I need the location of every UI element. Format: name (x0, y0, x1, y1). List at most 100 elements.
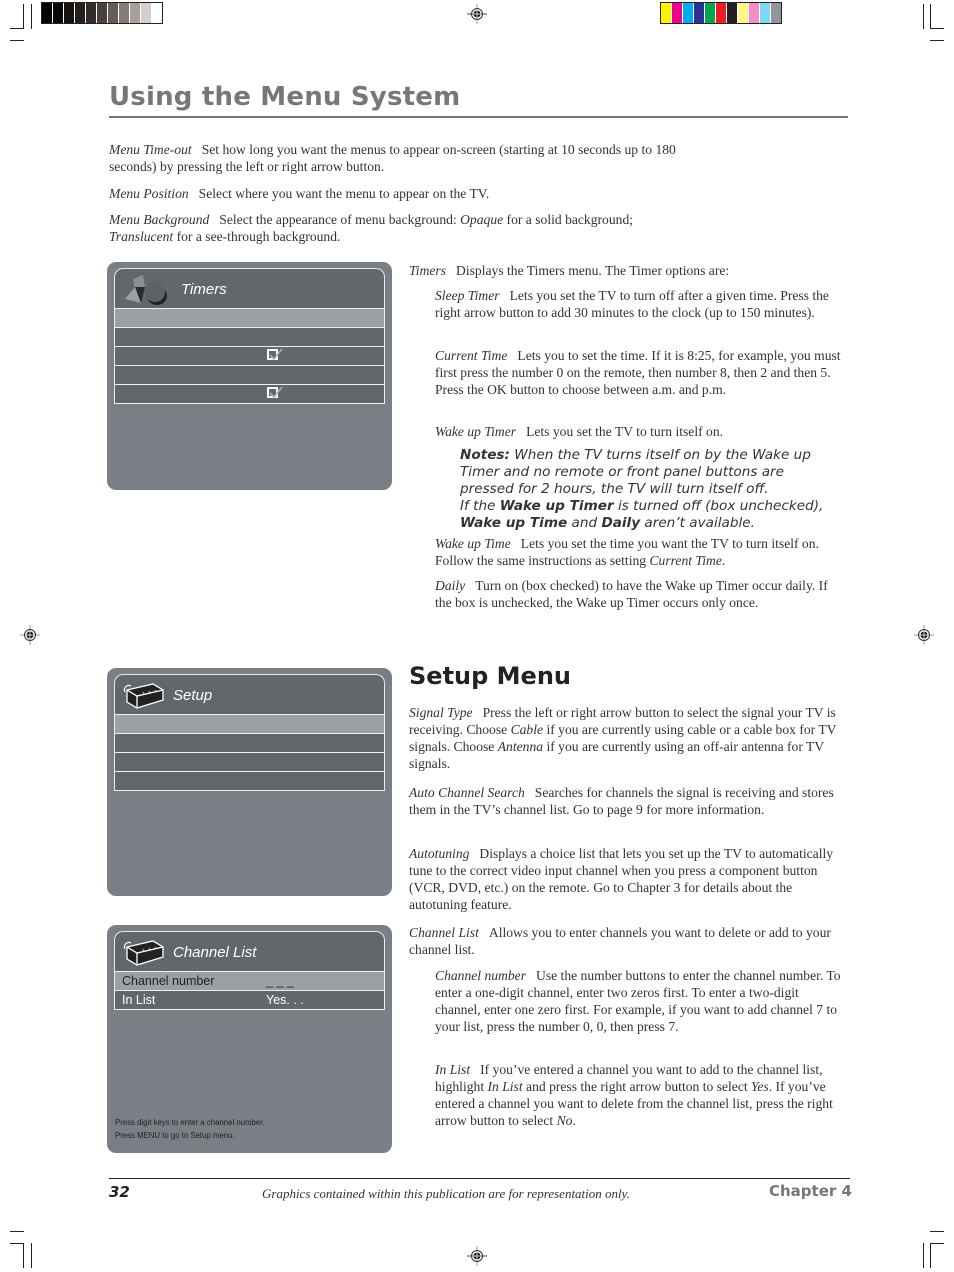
menu-row (115, 733, 384, 752)
term: Menu Position (109, 186, 189, 201)
term: Sleep Timer (435, 288, 500, 303)
gray-swatch (119, 3, 129, 23)
term: Auto Channel Search (409, 785, 525, 800)
note-text: If the (460, 498, 500, 514)
menu-row (115, 327, 384, 346)
crop-mark (930, 1243, 931, 1268)
auto-channel-search-paragraph: Auto Channel Search Searches for channels… (409, 784, 834, 818)
section-heading: Setup Menu (409, 662, 571, 690)
note-emphasis: Daily (601, 515, 641, 531)
term: Autotuning (409, 846, 470, 861)
gray-swatch (152, 3, 162, 23)
row-value: _ _ _ (266, 974, 294, 988)
row-value: Yes. . . (266, 993, 304, 1007)
note-label: Notes: (460, 447, 510, 463)
description: Select the appearance of menu background… (219, 212, 461, 227)
footer-divider (109, 1178, 850, 1179)
color-swatch (683, 3, 693, 23)
emphasis: Yes (751, 1079, 769, 1094)
crop-mark (930, 40, 944, 41)
option-cable: Cable (510, 722, 544, 737)
signal-type-paragraph: Signal Type Press the left or right arrow… (409, 704, 849, 772)
chapter-label: Chapter 4 (769, 1182, 852, 1200)
option-opaque: Opaque (460, 212, 504, 227)
process-color-bar (660, 2, 782, 24)
term: Current Time (435, 348, 508, 363)
note-emphasis: Wake up Timer (499, 498, 614, 514)
gray-swatch (42, 3, 52, 23)
description: Displays a choice list that lets you set… (409, 846, 834, 912)
note-wake-up: If the Wake up Timer is turned off (box … (460, 498, 830, 532)
color-swatch (727, 3, 737, 23)
menu-background-paragraph: Menu Background Select the appearance of … (109, 211, 639, 245)
menu-title: Setup (173, 687, 213, 704)
color-swatch (771, 3, 781, 23)
menu-position-paragraph: Menu Position Select where you want the m… (109, 185, 709, 202)
term: Daily (435, 578, 466, 593)
menu-row (115, 346, 384, 365)
color-swatch (705, 3, 715, 23)
term: Channel List (409, 925, 479, 940)
sleep-timer-paragraph: Sleep Timer Lets you set the TV to turn o… (435, 287, 847, 321)
registration-mark-icon (467, 4, 487, 24)
color-swatch (694, 3, 704, 23)
grayscale-color-bar (41, 2, 163, 24)
crop-mark (923, 1243, 924, 1268)
crop-mark (930, 1231, 944, 1232)
description: Displays the Timers menu. The Timer opti… (456, 263, 730, 278)
wake-up-timer-paragraph: Wake up Timer Lets you set the TV to turn… (435, 423, 847, 440)
color-swatch (716, 3, 726, 23)
in-list-paragraph: In List If you’ve entered a channel you w… (435, 1061, 847, 1129)
menu-rows (114, 308, 385, 404)
autotuning-paragraph: Autotuning Displays a choice list that le… (409, 845, 849, 913)
gray-swatch (108, 3, 118, 23)
description: Turn on (box checked) to have the Wake u… (435, 578, 828, 610)
page-number: 32 (109, 1183, 130, 1201)
gray-swatch (130, 3, 140, 23)
channel-list-menu-screenshot: Channel List Channel number _ _ _ In Lis… (107, 925, 392, 1153)
footer-disclaimer: Graphics contained within this publicati… (262, 1186, 630, 1201)
note-emphasis: Wake up Time (460, 515, 568, 531)
crop-mark (930, 4, 931, 29)
timers-paragraph: Timers Displays the Timers menu. The Time… (409, 262, 849, 279)
registration-mark-icon (467, 1246, 487, 1266)
emphasis: No (556, 1113, 573, 1128)
registration-mark-icon (914, 625, 934, 645)
note-text: When the TV turns itself on by the Wake … (460, 447, 811, 497)
description: for a see-through background. (173, 229, 341, 244)
gray-swatch (97, 3, 107, 23)
current-time-paragraph: Current Time Lets you to set the time. If… (435, 347, 847, 398)
remote-box-icon (123, 940, 164, 966)
row-label: Channel number (122, 974, 215, 988)
row-label: In List (122, 993, 156, 1007)
menu-row-channel-number: Channel number _ _ _ (115, 971, 384, 990)
page-title: Using the Menu System (109, 82, 461, 112)
menu-header: Timers (114, 268, 385, 309)
daily-paragraph: Daily Turn on (box checked) to have the W… (435, 577, 847, 611)
menu-header: Setup (114, 674, 385, 715)
crop-mark (31, 4, 32, 29)
crop-mark (23, 4, 24, 29)
option-antenna: Antenna (497, 739, 544, 754)
gray-swatch (75, 3, 85, 23)
term: Signal Type (409, 705, 473, 720)
term: Menu Time-out (109, 142, 192, 157)
menu-row (115, 771, 384, 790)
wake-up-time-paragraph: Wake up Time Lets you set the time you wa… (435, 536, 819, 568)
gray-swatch (86, 3, 96, 23)
description: Select where you want the menu to appear… (198, 186, 490, 201)
term: Channel number (435, 968, 526, 983)
crop-mark (930, 1243, 944, 1244)
checkbox-checked-icon (267, 348, 283, 361)
emphasis: In List (487, 1079, 523, 1094)
color-swatch (661, 3, 671, 23)
channel-number-paragraph: Channel number Use the number buttons to … (435, 967, 847, 1035)
crop-mark (10, 28, 24, 29)
gray-swatch (64, 3, 74, 23)
menu-rows (114, 714, 385, 791)
menu-row (115, 308, 384, 327)
timers-menu-screenshot: Timers (107, 262, 392, 490)
color-swatch (760, 3, 770, 23)
menu-row (115, 714, 384, 733)
menu-rows: Channel number _ _ _ In List Yes. . . (114, 971, 385, 1010)
